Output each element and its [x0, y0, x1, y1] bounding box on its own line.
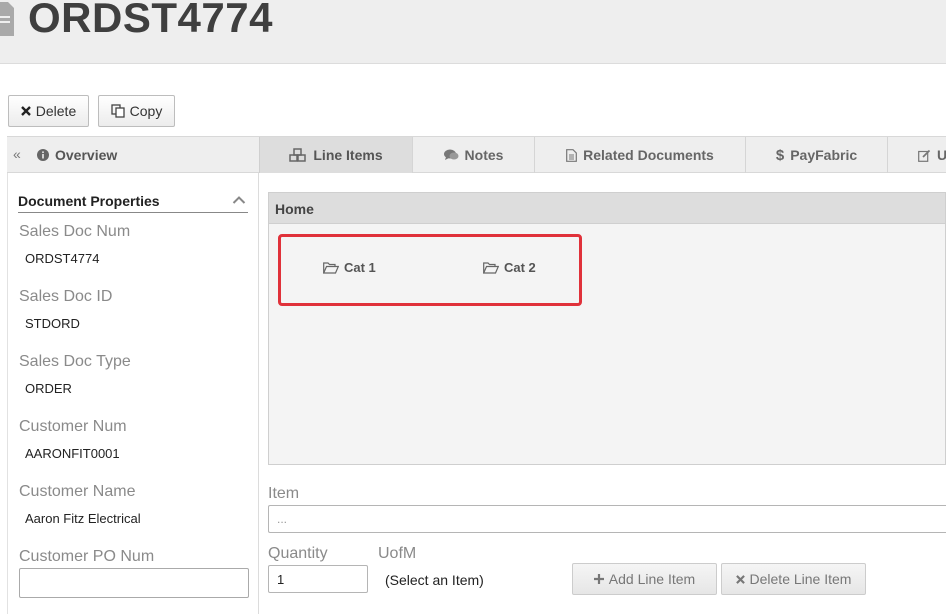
sales-doc-id-label: Sales Doc ID — [19, 288, 113, 305]
customer-num-label: Customer Num — [19, 418, 127, 435]
tab-notes-label: Notes — [464, 147, 504, 163]
add-line-item-label: Add Line Item — [608, 571, 696, 587]
customer-name-label: Customer Name — [19, 483, 136, 500]
customer-po-num-input[interactable] — [19, 568, 249, 598]
page-title: ORDST4774 — [28, 0, 273, 41]
tab-line-items-label: Line Items — [313, 147, 383, 163]
tab-more[interactable]: U — [887, 137, 946, 173]
category-label: Cat 1 — [344, 260, 376, 275]
file-text-icon — [566, 148, 578, 162]
breadcrumb-home[interactable]: Home — [269, 193, 945, 224]
close-icon — [735, 574, 745, 584]
tab-line-items[interactable]: Line Items — [259, 137, 412, 173]
delete-label: Delete — [35, 103, 77, 119]
quantity-label: Quantity — [268, 545, 328, 562]
delete-button[interactable]: Delete — [8, 95, 89, 127]
tab-notes[interactable]: Notes — [412, 137, 534, 173]
tab-bar: « Overview Line Items Notes Related Docu… — [7, 136, 946, 173]
page-header: ORDST4774 — [0, 0, 946, 64]
delete-line-item-button[interactable]: Delete Line Item — [721, 563, 866, 595]
sales-doc-id-value: STDORD — [25, 316, 80, 331]
tab-more-label: U — [937, 147, 946, 163]
tab-related-documents[interactable]: Related Documents — [534, 137, 745, 173]
item-label: Item — [268, 485, 300, 502]
folder-open-icon — [483, 261, 499, 274]
document-properties-heading[interactable]: Document Properties — [18, 193, 248, 213]
copy-button[interactable]: Copy — [98, 95, 175, 127]
tab-payfabric[interactable]: $ PayFabric — [745, 137, 887, 173]
document-properties-title: Document Properties — [18, 193, 160, 209]
info-icon — [37, 149, 49, 161]
close-icon — [20, 106, 31, 116]
item-input[interactable]: ... — [268, 505, 946, 533]
delete-line-item-label: Delete Line Item — [749, 571, 852, 587]
sales-doc-type-value: ORDER — [25, 381, 72, 396]
catalog-browser: Home Cat 1 Cat 2 — [268, 192, 946, 465]
plus-icon — [593, 574, 604, 584]
tab-payfabric-label: PayFabric — [790, 147, 858, 163]
cubes-icon — [289, 148, 307, 162]
uofm-value: (Select an Item) — [385, 572, 484, 588]
customer-num-value: AARONFIT0001 — [25, 446, 120, 461]
tab-related-documents-label: Related Documents — [583, 147, 714, 163]
tab-overview-label: Overview — [55, 147, 118, 163]
document-properties-panel: Document Properties Sales Doc Num ORDST4… — [7, 173, 259, 614]
chevron-up-icon[interactable] — [232, 195, 246, 205]
dollar-icon: $ — [775, 146, 785, 164]
uofm-label: UofM — [378, 545, 417, 562]
folder-open-icon — [323, 261, 339, 274]
edit-icon — [918, 149, 931, 162]
quantity-input[interactable]: 1 — [268, 565, 368, 593]
sales-doc-type-label: Sales Doc Type — [19, 353, 131, 370]
tab-overview[interactable]: « Overview — [7, 137, 259, 173]
comments-icon — [443, 149, 459, 160]
sales-doc-num-label: Sales Doc Num — [19, 223, 131, 240]
add-line-item-button[interactable]: Add Line Item — [572, 563, 717, 595]
document-icon — [0, 2, 14, 36]
customer-po-num-label: Customer PO Num — [19, 548, 155, 565]
category-label: Cat 2 — [504, 260, 536, 275]
category-cat-1[interactable]: Cat 1 — [323, 260, 376, 275]
category-cat-2[interactable]: Cat 2 — [483, 260, 536, 275]
sales-doc-num-value: ORDST4774 — [25, 251, 100, 266]
customer-name-value: Aaron Fitz Electrical — [25, 511, 141, 526]
copy-label: Copy — [129, 103, 163, 119]
copy-icon — [111, 104, 125, 118]
collapse-panel-icon[interactable]: « — [13, 146, 21, 162]
